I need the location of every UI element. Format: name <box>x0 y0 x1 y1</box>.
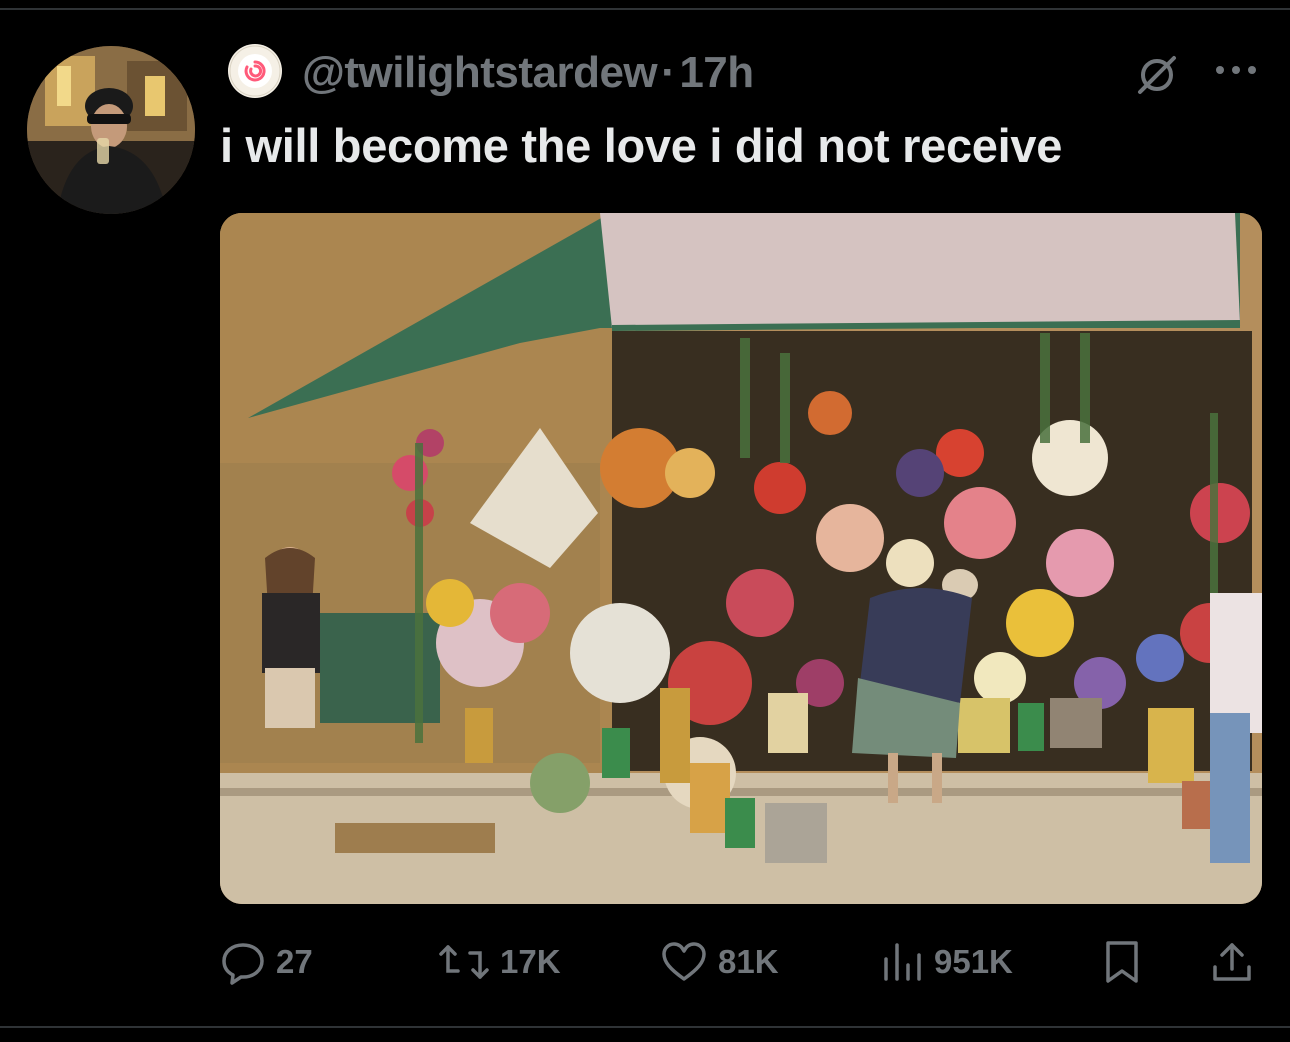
like-count: 81K <box>718 943 779 980</box>
repost-button[interactable]: 17K <box>438 936 561 988</box>
separator-dot: · <box>661 48 676 97</box>
reply-count: 27 <box>276 943 313 980</box>
grok-icon[interactable] <box>1134 52 1180 98</box>
post-photo[interactable] <box>220 213 1262 904</box>
avatar[interactable] <box>27 46 195 214</box>
like-button[interactable]: 81K <box>660 936 779 988</box>
repost-count: 17K <box>500 943 561 980</box>
bottom-divider <box>0 1026 1290 1028</box>
heart-icon <box>662 942 706 981</box>
views-icon <box>884 943 921 981</box>
repost-icon <box>439 945 489 979</box>
post-text: i will become the love i did not receive <box>220 119 1063 172</box>
bookmark-button[interactable] <box>1102 936 1152 988</box>
post-time[interactable]: 17h <box>679 48 754 97</box>
reply-icon <box>222 943 264 985</box>
share-button[interactable] <box>1210 936 1264 988</box>
affiliate-badge-icon[interactable] <box>226 42 284 100</box>
action-bar: 27 17K 81K 951K <box>220 936 1265 988</box>
views-count: 951K <box>934 943 1013 980</box>
post-handle-line[interactable]: @twilightstardew·17h <box>302 48 754 98</box>
top-divider <box>0 8 1290 10</box>
user-handle[interactable]: @twilightstardew <box>302 48 658 97</box>
views-button[interactable]: 951K <box>880 936 1013 988</box>
bookmark-icon <box>1106 941 1138 983</box>
more-icon[interactable] <box>1212 60 1260 80</box>
share-icon <box>1213 943 1251 981</box>
reply-button[interactable]: 27 <box>220 936 313 988</box>
post-header: @twilightstardew·17h <box>222 38 1262 108</box>
